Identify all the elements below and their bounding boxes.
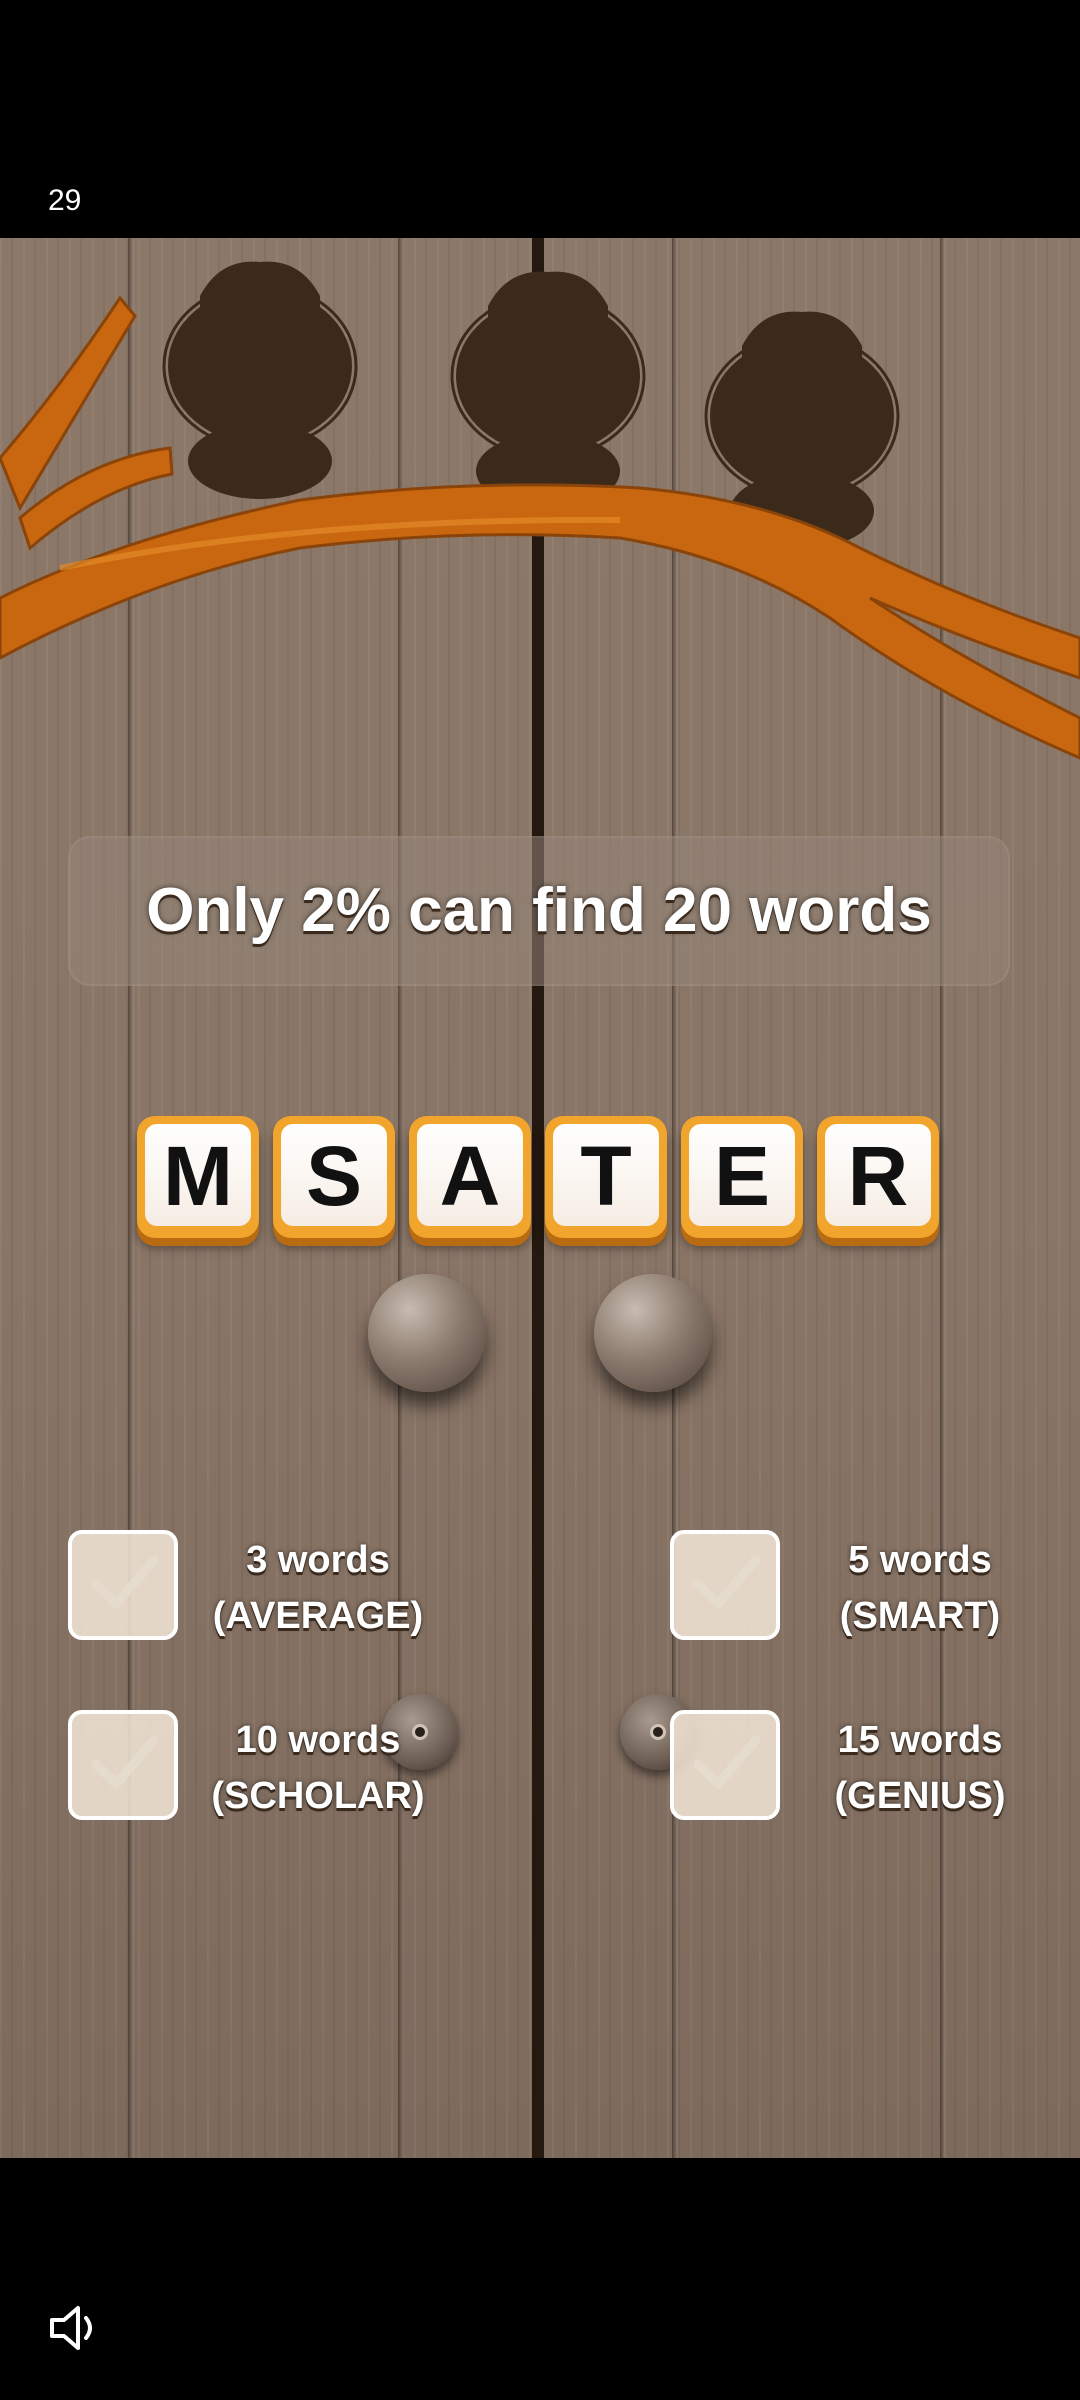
- goal-count: 10 words: [235, 1719, 401, 1761]
- speaker-icon[interactable]: [46, 2300, 106, 2356]
- letter-tile-label: A: [417, 1124, 523, 1226]
- letter-tile[interactable]: R: [817, 1116, 939, 1238]
- status-time: 29: [48, 184, 82, 217]
- goal-rank: (AVERAGE): [212, 1595, 424, 1637]
- goal-checkbox: [68, 1530, 178, 1640]
- tree-branch: [0, 295, 1080, 760]
- letter-tile[interactable]: A: [409, 1116, 531, 1238]
- letter-tile-label: R: [825, 1124, 931, 1226]
- goal-label: 10 words (SCHOLAR): [198, 1712, 438, 1824]
- goal-rank: (SMART): [839, 1595, 1001, 1637]
- letter-tile-label: S: [281, 1124, 387, 1226]
- letter-tile-label: T: [553, 1124, 659, 1226]
- status-bar: 29: [0, 0, 1080, 238]
- door-knob-left: [368, 1274, 486, 1392]
- door-knob-right: [594, 1274, 712, 1392]
- goal-label: 15 words (GENIUS): [800, 1712, 1040, 1824]
- goal-genius: 15 words (GENIUS): [670, 1710, 1080, 1830]
- letter-tile-label: M: [145, 1124, 251, 1226]
- goal-count: 15 words: [837, 1719, 1003, 1761]
- check-icon: [693, 1555, 761, 1609]
- goal-count: 5 words: [848, 1539, 992, 1581]
- goal-count: 3 words: [246, 1539, 390, 1581]
- bottom-bar: [0, 2158, 1080, 2400]
- goal-label: 5 words (SMART): [800, 1532, 1040, 1644]
- letter-tiles: M S A T E R: [137, 1116, 949, 1248]
- goal-checkbox: [670, 1530, 780, 1640]
- goal-rank: (GENIUS): [834, 1775, 1006, 1817]
- letter-tile[interactable]: S: [273, 1116, 395, 1238]
- goal-rank: (SCHOLAR): [211, 1775, 425, 1817]
- letter-tile[interactable]: T: [545, 1116, 667, 1238]
- check-icon: [91, 1735, 159, 1789]
- goal-label: 3 words (AVERAGE): [198, 1532, 438, 1644]
- goal-checkbox: [670, 1710, 780, 1820]
- goal-smart: 5 words (SMART): [670, 1530, 1080, 1650]
- challenge-panel: Only 2% can find 20 words: [68, 836, 1010, 986]
- challenge-text: Only 2% can find 20 words: [146, 876, 932, 945]
- check-icon: [91, 1555, 159, 1609]
- letter-tile[interactable]: E: [681, 1116, 803, 1238]
- goal-checkbox: [68, 1710, 178, 1820]
- goal-scholar: 10 words (SCHOLAR): [68, 1710, 508, 1830]
- goal-average: 3 words (AVERAGE): [68, 1530, 508, 1650]
- letter-tile[interactable]: M: [137, 1116, 259, 1238]
- game-board: Only 2% can find 20 words M S A T E R 3 …: [0, 238, 1080, 2158]
- check-icon: [693, 1735, 761, 1789]
- letter-tile-label: E: [689, 1124, 795, 1226]
- keyhole-icon: [650, 1724, 666, 1740]
